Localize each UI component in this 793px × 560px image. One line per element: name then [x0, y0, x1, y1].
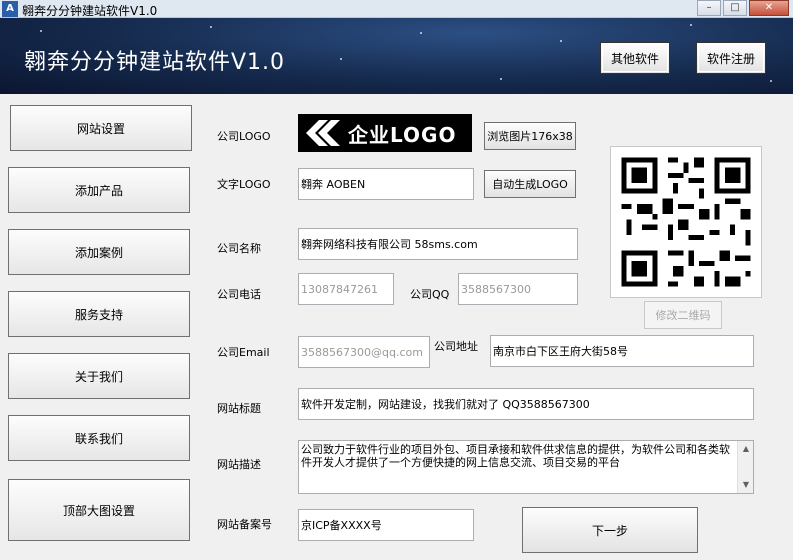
- qq-label: 公司QQ: [410, 288, 450, 301]
- sidebar-item-add-product[interactable]: 添加产品: [8, 167, 190, 213]
- site-title-input[interactable]: 软件开发定制，网站建设，找我们就对了 QQ3588567300: [298, 388, 754, 420]
- qq-input[interactable]: 3588567300: [458, 273, 578, 305]
- other-software-button[interactable]: 其他软件: [600, 42, 670, 74]
- next-step-button[interactable]: 下一步: [522, 507, 698, 553]
- text-logo-input[interactable]: 翱奔 AOBEN: [298, 168, 474, 200]
- qr-code-image: [610, 146, 762, 298]
- window-controls: – □ ✕: [697, 0, 789, 16]
- company-name-input[interactable]: 翱奔网络科技有限公司 58sms.com: [298, 228, 578, 260]
- icp-input[interactable]: 京ICP备XXXX号: [298, 509, 474, 541]
- auto-generate-logo-button[interactable]: 自动生成LOGO: [484, 170, 576, 198]
- app-icon: A: [2, 1, 18, 17]
- register-button[interactable]: 软件注册: [696, 42, 766, 74]
- sidebar-item-add-case[interactable]: 添加案例: [8, 229, 190, 275]
- email-input[interactable]: 3588567300@qq.com: [298, 336, 430, 368]
- icp-label: 网站备案号: [217, 518, 272, 531]
- minimize-button[interactable]: –: [697, 0, 721, 16]
- logo-mark-icon: [306, 120, 340, 146]
- star-decoration: [340, 58, 342, 60]
- text-logo-label: 文字LOGO: [217, 178, 271, 191]
- header-title: 翱奔分分钟建站软件V1.0: [24, 50, 286, 75]
- scroll-down-icon[interactable]: ▼: [738, 477, 753, 493]
- sidebar-item-service-support[interactable]: 服务支持: [8, 291, 190, 337]
- site-title-label: 网站标题: [217, 402, 261, 415]
- email-label: 公司Email: [217, 346, 270, 359]
- phone-input[interactable]: 13087847261: [298, 273, 394, 305]
- logo-text: 企业LOGO: [348, 122, 457, 147]
- star-decoration: [770, 80, 772, 82]
- sidebar-item-contact-us[interactable]: 联系我们: [8, 415, 190, 461]
- window-titlebar[interactable]: A 翱奔分分钟建站软件V1.0 – □ ✕: [0, 0, 793, 18]
- star-decoration: [40, 30, 42, 32]
- edit-qr-code-button[interactable]: 修改二维码: [644, 301, 722, 329]
- star-decoration: [210, 26, 212, 28]
- site-description-textarea[interactable]: 公司致力于软件行业的项目外包、项目承接和软件供求信息的提供，为软件公司和各类软件…: [298, 440, 754, 494]
- maximize-button[interactable]: □: [723, 0, 747, 16]
- logo-label: 公司LOGO: [217, 130, 271, 143]
- company-name-label: 公司名称: [217, 242, 261, 255]
- star-decoration: [500, 78, 502, 80]
- scroll-up-icon[interactable]: ▲: [738, 441, 753, 457]
- browse-image-button[interactable]: 浏览图片176x38: [484, 122, 576, 150]
- star-decoration: [690, 24, 692, 26]
- address-label: 公司地址: [434, 340, 478, 353]
- sidebar-item-top-banner[interactable]: 顶部大图设置: [8, 479, 190, 541]
- sidebar-item-site-settings[interactable]: 网站设置: [10, 105, 192, 151]
- sidebar-item-about-us[interactable]: 关于我们: [8, 353, 190, 399]
- description-scrollbar[interactable]: ▲ ▼: [737, 441, 753, 493]
- main-content: 网站设置 添加产品 添加案例 服务支持 关于我们 联系我们 顶部大图设置 公司L…: [0, 94, 793, 560]
- phone-label: 公司电话: [217, 288, 261, 301]
- site-description-label: 网站描述: [217, 458, 261, 471]
- star-decoration: [420, 32, 422, 34]
- site-description-text: 公司致力于软件行业的项目外包、项目承接和软件供求信息的提供，为软件公司和各类软件…: [301, 443, 730, 469]
- logo-preview: 企业LOGO: [298, 114, 472, 152]
- close-button[interactable]: ✕: [749, 0, 789, 16]
- app-header: 翱奔分分钟建站软件V1.0 其他软件 软件注册: [0, 18, 793, 94]
- window-title: 翱奔分分钟建站软件V1.0: [22, 4, 158, 18]
- star-decoration: [560, 40, 562, 42]
- address-input[interactable]: 南京市白下区王府大街58号: [490, 335, 754, 367]
